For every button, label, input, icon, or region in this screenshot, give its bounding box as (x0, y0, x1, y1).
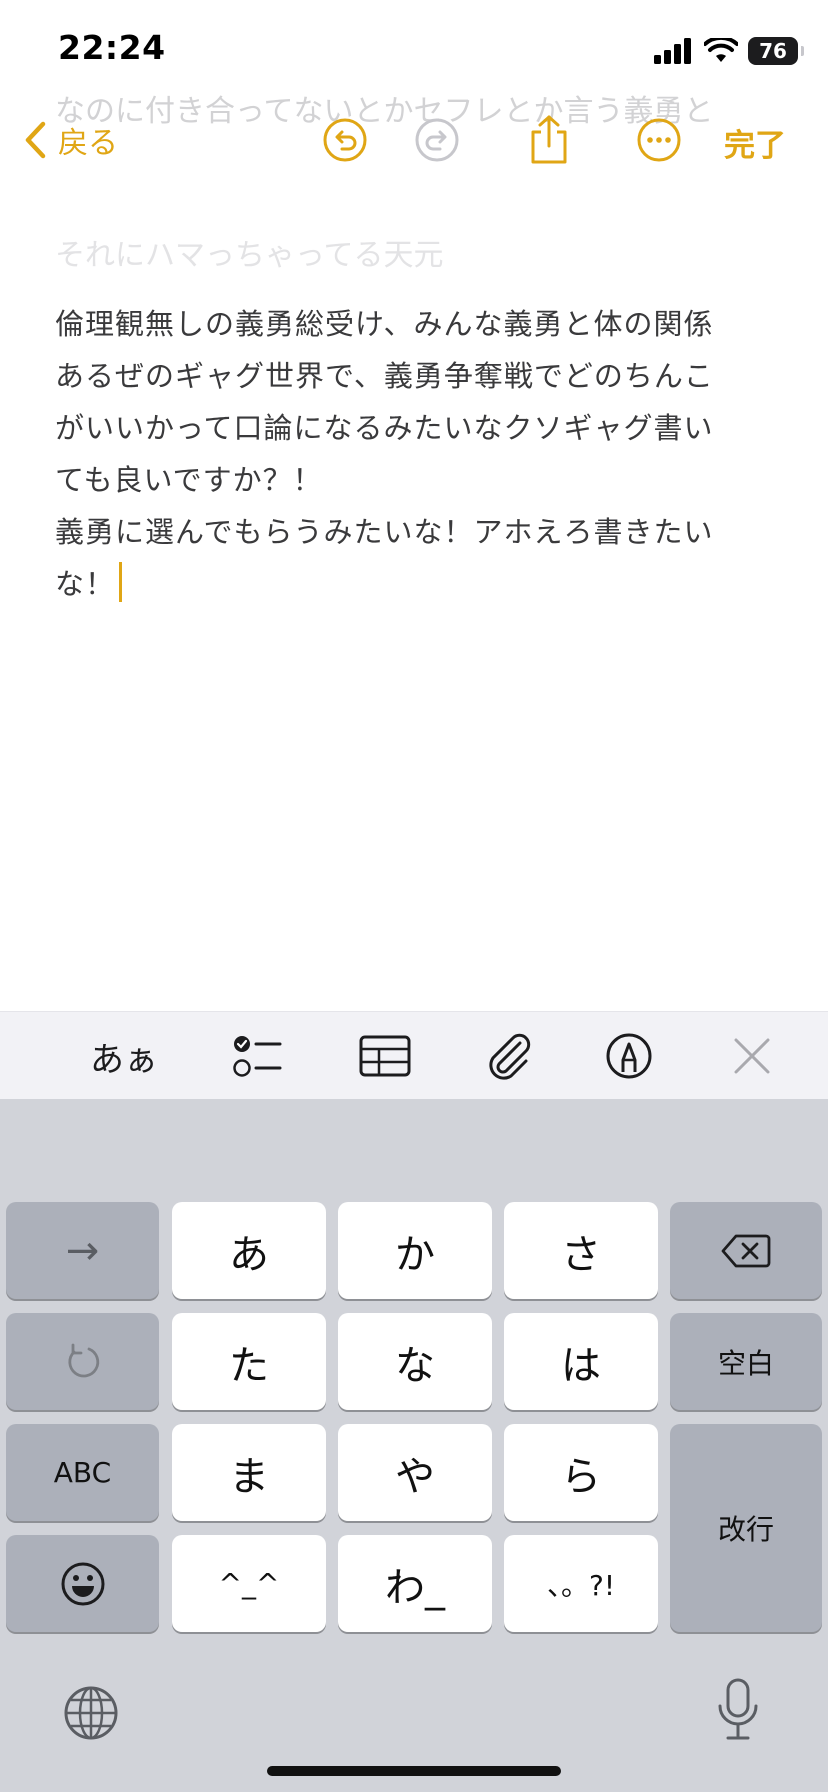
home-indicator[interactable] (267, 1766, 561, 1776)
delete-backward-icon (721, 1234, 771, 1267)
undo-rotate-icon (67, 1343, 99, 1377)
share-button[interactable] (521, 112, 577, 168)
done-button[interactable]: 完了 (724, 120, 786, 165)
note-line: 倫理観無しの義勇総受け、みんな義勇と体の関係 (55, 307, 714, 341)
status-time: 22:24 (58, 28, 166, 67)
key-na[interactable]: な (338, 1313, 492, 1410)
key-ra[interactable]: ら (504, 1424, 658, 1521)
note-body[interactable]: 倫理観無しの義勇総受け、みんな義勇と体の関係 あるぜのギャグ世界で、義勇争奪戦で… (55, 298, 775, 610)
more-icon (637, 118, 681, 162)
redo-button[interactable] (409, 112, 465, 168)
globe-icon (64, 1686, 118, 1740)
microphone-icon (718, 1678, 758, 1740)
battery-level: 76 (759, 39, 787, 63)
key-ka[interactable]: か (338, 1202, 492, 1299)
key-kaomoji[interactable]: ^_^ (172, 1535, 326, 1632)
note-line: がいいかって口論になるみたいなクソギャグ書い (55, 411, 714, 445)
attachment-button[interactable] (474, 1028, 544, 1084)
key-ta[interactable]: た (172, 1313, 326, 1410)
notes-toolbar: 戻る 完了 (0, 104, 828, 178)
redo-icon (415, 118, 459, 162)
delete-key[interactable] (670, 1202, 822, 1299)
back-button[interactable]: 戻る (24, 118, 118, 162)
signal-icon (654, 38, 691, 64)
undo-button[interactable] (317, 112, 373, 168)
format-bar: あぁ (0, 1011, 828, 1100)
globe-button[interactable] (63, 1685, 119, 1745)
status-icons: 76 (654, 34, 804, 68)
checklist-icon (233, 1036, 282, 1077)
key-ma[interactable]: ま (172, 1424, 326, 1521)
chevron-left-icon (25, 121, 46, 159)
space-key[interactable]: 空白 (670, 1313, 822, 1410)
key-sa[interactable]: さ (504, 1202, 658, 1299)
abc-key[interactable]: ABC (6, 1424, 159, 1521)
wifi-icon (704, 38, 738, 62)
emoji-key[interactable] (6, 1535, 159, 1632)
return-key[interactable]: 改行 (670, 1424, 822, 1632)
text-style-button[interactable]: あぁ (88, 1028, 160, 1084)
note-line: あるぜのギャグ世界で、義勇争奪戦でどのちんこ (55, 359, 714, 393)
undo-key[interactable] (6, 1313, 159, 1410)
key-wa[interactable]: わ_ (338, 1535, 492, 1632)
checklist-button[interactable] (222, 1028, 292, 1084)
note-line: 義勇に選んでもらうみたいな！アホえろ書きたい (55, 515, 714, 549)
share-icon (531, 115, 567, 164)
status-bar: 22:24 76 (0, 0, 828, 100)
battery-icon: 76 (748, 37, 804, 65)
table-icon (359, 1035, 411, 1077)
markup-pen-icon (606, 1033, 652, 1079)
close-icon (734, 1038, 770, 1074)
note-line: な！ (55, 567, 116, 601)
close-keyboard-button[interactable] (717, 1028, 787, 1084)
emoji-icon (61, 1562, 104, 1605)
key-a[interactable]: あ (172, 1202, 326, 1299)
undo-icon (323, 118, 367, 162)
key-ya[interactable]: や (338, 1424, 492, 1521)
paperclip-icon (489, 1033, 531, 1080)
key-punctuation[interactable]: 、。?! (504, 1535, 658, 1632)
dictation-button[interactable] (716, 1678, 760, 1746)
text-cursor (119, 562, 123, 602)
cursor-next-key[interactable]: → (6, 1202, 159, 1299)
back-label: 戻る (58, 126, 118, 161)
ghost-line: それにハマっちゃってる天元 (55, 238, 444, 273)
table-button[interactable] (350, 1028, 420, 1084)
markup-button[interactable] (594, 1028, 664, 1084)
note-line: ても良いですか？！ (55, 463, 323, 497)
more-button[interactable] (631, 112, 687, 168)
note-line-last: な！ (55, 558, 775, 610)
key-ha[interactable]: は (504, 1313, 658, 1410)
